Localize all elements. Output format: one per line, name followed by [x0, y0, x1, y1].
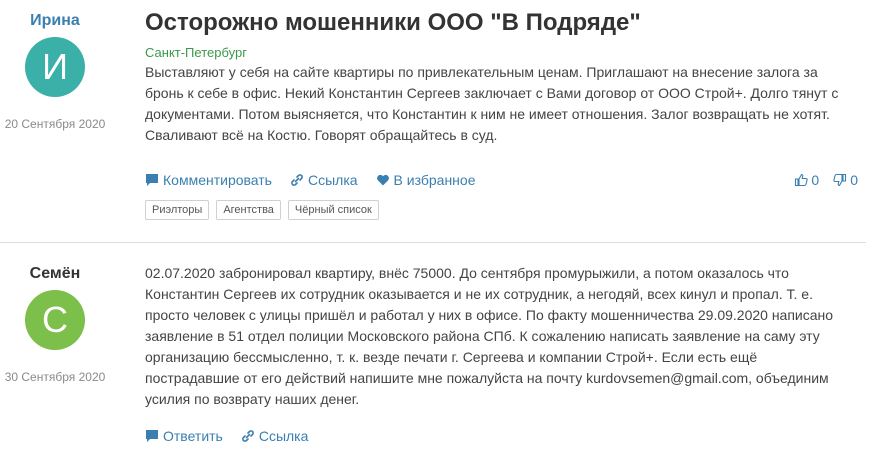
- link-button[interactable]: Ссылка: [241, 428, 309, 444]
- body-line: Сваливают всё на Костю. Говорят обращайт…: [145, 127, 498, 143]
- post-title: Осторожно мошенники ООО "В Подряде": [145, 9, 641, 36]
- comment-post: Семён С 30 Сентября 2020 02.07.2020 забр…: [0, 243, 866, 449]
- like-count: 0: [811, 172, 820, 188]
- post-date: 20 Сентября 2020: [4, 117, 106, 131]
- body-line: Константин Сергеев их сотрудник оказывае…: [145, 286, 813, 302]
- tag[interactable]: Агентства: [216, 200, 281, 220]
- body-line: просто человек с улицы пришёл и работал …: [145, 307, 834, 323]
- reply-label: Ответить: [163, 428, 223, 444]
- tag[interactable]: Чёрный список: [287, 200, 379, 220]
- body-line: организацию бессмысленно, т. к. везде пе…: [145, 349, 758, 365]
- body-line: документами. Потом выясняется, что Конст…: [145, 106, 830, 122]
- favorite-button[interactable]: В избранное: [376, 172, 476, 188]
- heart-icon: [376, 174, 389, 186]
- post-content: 02.07.2020 забронировал квартиру, внёс 7…: [145, 263, 857, 410]
- vote-block: 0 0: [794, 172, 858, 188]
- thumbs-down-icon: [833, 173, 847, 187]
- post-date: 30 Сентября 2020: [4, 370, 106, 384]
- body-line: бронь к себе в офис. Некий Константин Се…: [145, 85, 839, 101]
- post-actions: Комментировать Ссылка В избранное: [145, 172, 475, 188]
- author-name[interactable]: Ирина: [0, 12, 110, 30]
- post-body: 02.07.2020 забронировал квартиру, внёс 7…: [145, 263, 857, 410]
- link-icon: [241, 430, 254, 442]
- favorite-label: В избранное: [393, 172, 476, 188]
- post-actions: Ответить Ссылка: [145, 428, 308, 444]
- link-button[interactable]: Ссылка: [290, 172, 358, 188]
- body-line: пострадавшие от его действий напишите мн…: [145, 370, 829, 386]
- author-block: Ирина И 20 Сентября 2020: [0, 0, 110, 131]
- body-line: усилия по возврату наших денег.: [145, 391, 360, 407]
- dislike-count: 0: [850, 172, 858, 188]
- tag-list: Риэлторы Агентства Чёрный список: [145, 200, 379, 220]
- author-block: Семён С 30 Сентября 2020: [0, 243, 110, 384]
- comment-icon: [146, 430, 158, 442]
- like-button[interactable]: 0: [794, 172, 819, 188]
- body-line: 02.07.2020 забронировал квартиру, внёс 7…: [145, 265, 789, 281]
- reply-button[interactable]: Ответить: [145, 428, 223, 444]
- body-line: Выставляют у себя на сайте квартиры по п…: [145, 64, 818, 80]
- link-icon: [291, 174, 303, 186]
- comment-button[interactable]: Комментировать: [145, 172, 272, 188]
- post-content: Осторожно мошенники ООО "В Подряде" Санк…: [145, 8, 857, 146]
- review-post: Ирина И 20 Сентября 2020 Осторожно мошен…: [0, 0, 866, 243]
- tag[interactable]: Риэлторы: [145, 200, 210, 220]
- post-city[interactable]: Санкт-Петербург: [145, 45, 857, 60]
- author-name[interactable]: Семён: [0, 265, 110, 283]
- avatar[interactable]: И: [25, 37, 85, 97]
- comment-icon: [146, 174, 158, 186]
- link-label: Ссылка: [307, 172, 358, 188]
- body-line: заявление в 51 отдел полиции Московского…: [145, 328, 820, 344]
- comment-label: Комментировать: [163, 172, 272, 188]
- link-label: Ссылка: [258, 428, 309, 444]
- avatar[interactable]: С: [25, 290, 85, 350]
- thumbs-up-icon: [795, 173, 809, 187]
- dislike-button[interactable]: 0: [833, 172, 858, 188]
- post-body: Выставляют у себя на сайте квартиры по п…: [145, 62, 857, 146]
